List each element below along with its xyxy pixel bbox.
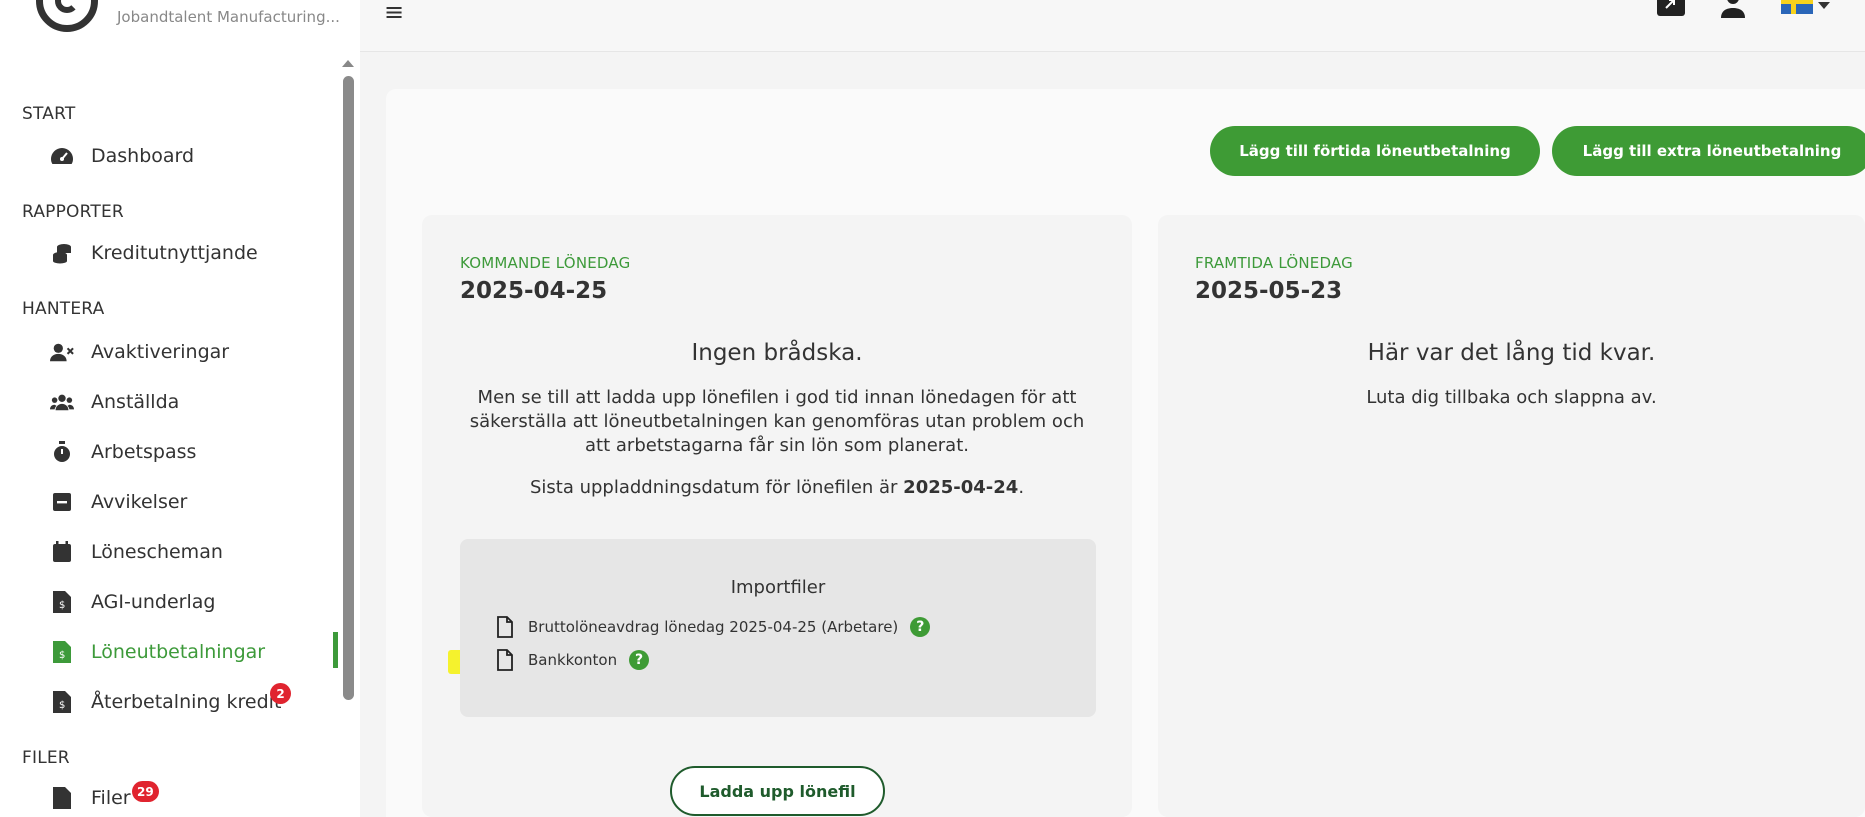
sidebar-scrollbar[interactable] bbox=[343, 76, 354, 700]
file-icon bbox=[50, 786, 74, 810]
sidebar-item-label: Arbetspass bbox=[91, 441, 197, 463]
sidebar-item-label: AGI-underlag bbox=[91, 591, 216, 613]
section-title-filer: FILER bbox=[22, 748, 70, 768]
invoice-icon: $ bbox=[50, 590, 74, 614]
future-date: 2025-05-23 bbox=[1195, 278, 1343, 304]
notification-badge: 29 bbox=[132, 781, 159, 802]
company-logo[interactable] bbox=[36, 0, 98, 32]
invoice-icon: $ bbox=[50, 640, 74, 664]
section-title-rapporter: RAPPORTER bbox=[22, 202, 124, 222]
user-x-icon bbox=[50, 340, 74, 364]
swedish-flag-icon[interactable] bbox=[1781, 0, 1813, 14]
sidebar: Jobandtalent Manufacturing... START Dash… bbox=[0, 0, 360, 817]
svg-text:$: $ bbox=[59, 700, 65, 711]
add-extra-payout-button[interactable]: Lägg till extra löneutbetalning bbox=[1552, 126, 1865, 176]
add-early-payout-button[interactable]: Lägg till förtida löneutbetalning bbox=[1210, 126, 1540, 176]
future-payday-card bbox=[1158, 215, 1865, 817]
sidebar-item-label: Filer bbox=[91, 787, 131, 809]
section-title-start: START bbox=[22, 104, 76, 124]
company-name[interactable]: Jobandtalent Manufacturing... bbox=[117, 8, 340, 26]
sidebar-item-avvikelser[interactable]: Avvikelser bbox=[0, 480, 340, 524]
stopwatch-icon bbox=[50, 440, 74, 464]
future-label: FRAMTIDA LÖNEDAG bbox=[1195, 254, 1353, 272]
sidebar-item-label: Avaktiveringar bbox=[91, 341, 230, 363]
coins-icon bbox=[50, 241, 74, 265]
upcoming-heading: Ingen brådska. bbox=[691, 340, 863, 366]
hamburger-icon[interactable]: ≡ bbox=[384, 0, 404, 26]
sidebar-item-filer[interactable]: Filer bbox=[0, 776, 340, 817]
sidebar-item-kreditutnyttjande[interactable]: Kreditutnyttjande bbox=[0, 231, 340, 275]
upcoming-payday-card bbox=[422, 215, 1132, 817]
sidebar-item-avaktiveringar[interactable]: Avaktiveringar bbox=[0, 330, 340, 374]
deadline-date: 2025-04-24 bbox=[903, 477, 1019, 498]
sidebar-item-label: Avvikelser bbox=[91, 491, 188, 513]
minus-square-icon bbox=[50, 490, 74, 514]
sidebar-item-label: Anställda bbox=[91, 391, 180, 413]
import-files-title: Importfiler bbox=[730, 577, 826, 598]
sidebar-item-label: Dashboard bbox=[91, 145, 195, 167]
sidebar-item-loneutbetalningar[interactable]: $ Löneutbetalningar bbox=[0, 630, 340, 674]
scroll-up-arrow[interactable] bbox=[342, 60, 354, 67]
gauge-icon bbox=[50, 144, 74, 168]
sidebar-item-label: Löneutbetalningar bbox=[91, 641, 266, 663]
future-text: Luta dig tillbaka och slappna av. bbox=[1366, 387, 1657, 408]
help-icon[interactable]: ? bbox=[629, 650, 650, 670]
invoice-icon: $ bbox=[50, 690, 74, 714]
sidebar-item-label: Kreditutnyttjande bbox=[91, 242, 258, 264]
file-icon bbox=[497, 616, 513, 638]
import-file-name: Bruttolöneavdrag lönedag 2025-04-25 (Arb… bbox=[528, 618, 899, 636]
svg-text:$: $ bbox=[59, 650, 65, 661]
notification-badge: 2 bbox=[270, 683, 291, 704]
sidebar-item-lonescheman[interactable]: Lönescheman bbox=[0, 530, 340, 574]
top-bar: ≡ bbox=[360, 0, 1865, 52]
users-icon bbox=[50, 390, 74, 414]
svg-text:$: $ bbox=[59, 600, 65, 611]
chevron-down-icon[interactable] bbox=[1818, 2, 1830, 9]
sidebar-item-agi-underlag[interactable]: $ AGI-underlag bbox=[0, 580, 340, 624]
import-files-box: Importfiler Bruttolöneavdrag lönedag 202… bbox=[460, 539, 1096, 717]
import-file-row[interactable]: Bankkonton ? bbox=[496, 648, 650, 672]
upcoming-date: 2025-04-25 bbox=[460, 278, 608, 304]
sidebar-item-dashboard[interactable]: Dashboard bbox=[0, 134, 340, 178]
import-file-row[interactable]: Bruttolöneavdrag lönedag 2025-04-25 (Arb… bbox=[496, 615, 931, 639]
upcoming-label: KOMMANDE LÖNEDAG bbox=[460, 254, 631, 272]
upcoming-text: Men se till att ladda upp lönefilen i go… bbox=[469, 387, 1085, 456]
future-heading: Här var det lång tid kvar. bbox=[1367, 340, 1656, 366]
calendar-icon bbox=[50, 540, 74, 564]
sidebar-item-label: Återbetalning kredit bbox=[91, 691, 282, 713]
file-icon bbox=[497, 649, 513, 671]
sidebar-item-arbetspass[interactable]: Arbetspass bbox=[0, 430, 340, 474]
user-icon[interactable] bbox=[1720, 0, 1746, 22]
sidebar-item-label: Lönescheman bbox=[91, 541, 223, 563]
import-file-name: Bankkonton bbox=[528, 651, 618, 669]
external-link-icon[interactable] bbox=[1657, 0, 1685, 20]
sidebar-item-anstallda[interactable]: Anställda bbox=[0, 380, 340, 424]
section-title-hantera: HANTERA bbox=[22, 299, 105, 319]
upload-payroll-file-button[interactable]: Ladda upp lönefil bbox=[670, 766, 885, 816]
help-icon[interactable]: ? bbox=[910, 617, 931, 637]
upload-deadline-text: Sista uppladdningsdatum för lönefilen är… bbox=[529, 477, 1025, 498]
